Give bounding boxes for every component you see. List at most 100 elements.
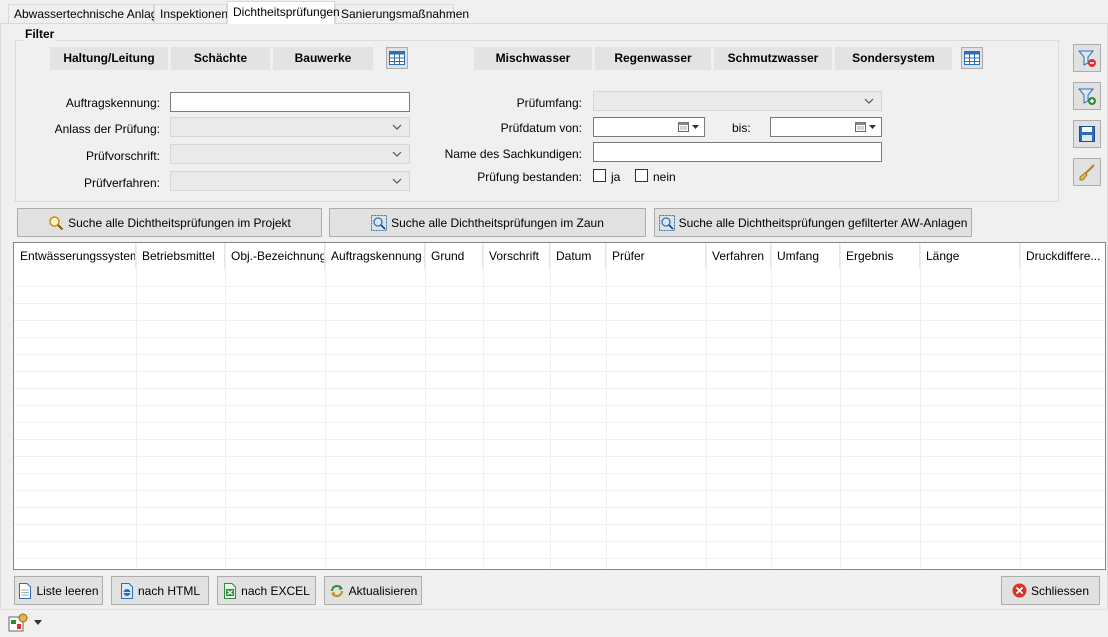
column-header-auftragskennung[interactable]: Auftragskennung <box>325 243 425 269</box>
search-gefiltert-label: Suche alle Dichtheitsprüfungen gefiltert… <box>678 215 968 230</box>
aktualisieren-button[interactable]: Aktualisieren <box>324 576 422 605</box>
column-header-grund[interactable]: Grund <box>425 243 483 269</box>
grid-row-divider <box>14 473 1105 474</box>
filter-title: Filter <box>23 27 57 41</box>
fence-search-icon <box>658 214 675 231</box>
pruefdatum-von-picker[interactable] <box>593 117 705 137</box>
grid-row-divider <box>14 388 1105 389</box>
search-zaun-button[interactable]: Suche alle Dichtheitsprüfungen im Zaun <box>329 208 646 237</box>
column-header-betriebsmittel[interactable]: Betriebsmittel <box>136 243 225 269</box>
table-header: Entwässerungssystem Betriebsmittel Obj.-… <box>14 243 1105 269</box>
segment-regenwasser[interactable]: Regenwasser <box>595 47 711 70</box>
grid-row-divider <box>14 303 1105 304</box>
liste-leeren-label: Liste leeren <box>36 583 99 598</box>
filter-remove-icon <box>1077 50 1096 67</box>
grid-row-divider <box>14 439 1105 440</box>
grid-row-divider <box>14 354 1105 355</box>
grid-row-divider <box>14 337 1105 338</box>
sachkundiger-input[interactable] <box>593 142 882 162</box>
segment-schaechte[interactable]: Schächte <box>171 47 270 70</box>
grid-row-divider <box>14 371 1105 372</box>
bestanden-ja-checkbox[interactable] <box>593 169 606 182</box>
app-menu-button[interactable] <box>8 613 42 633</box>
grid-row-divider <box>14 524 1105 525</box>
grid-column-divider <box>483 243 484 569</box>
segment-mischwasser[interactable]: Mischwasser <box>474 47 592 70</box>
column-header-datum[interactable]: Datum <box>550 243 606 269</box>
schliessen-label: Schliessen <box>1030 583 1090 598</box>
calendar-dropdown-icon <box>855 122 876 132</box>
column-header-pruefer[interactable]: Prüfer <box>606 243 706 269</box>
brush-icon <box>1079 164 1095 181</box>
calendar-dropdown-icon <box>678 122 699 132</box>
html-icon <box>120 582 133 599</box>
column-header-obj-bezeichnung[interactable]: Obj.-Bezeichnung <box>225 243 325 269</box>
pruefdatum-bis-picker[interactable] <box>770 117 882 137</box>
segment-sondersystem[interactable]: Sondersystem <box>835 47 952 70</box>
search-projekt-button[interactable]: Suche alle Dichtheitsprüfungen im Projek… <box>17 208 322 237</box>
object-grid-select-button[interactable] <box>386 47 408 69</box>
tab-inspektionen[interactable]: Inspektionen <box>154 4 228 23</box>
grid-column-divider <box>920 243 921 569</box>
pruefverfahren-combo[interactable] <box>170 171 410 191</box>
status-bar <box>0 609 1108 637</box>
segment-haltung-leitung[interactable]: Haltung/Leitung <box>50 47 168 70</box>
app-icon <box>8 613 28 632</box>
bestanden-nein-label: nein <box>653 170 676 184</box>
tab-dichtheitspruefungen[interactable]: Dichtheitsprüfungen <box>227 1 340 24</box>
nach-excel-label: nach EXCEL <box>241 583 310 598</box>
tab-abwassertechnische-anlage[interactable]: Abwassertechnische Anlage <box>8 4 164 23</box>
nach-html-button[interactable]: nach HTML <box>111 576 209 605</box>
list-icon <box>19 582 32 599</box>
column-header-vorschrift[interactable]: Vorschrift <box>483 243 550 269</box>
nach-excel-button[interactable]: nach EXCEL <box>217 576 316 605</box>
column-header-verfahren[interactable]: Verfahren <box>706 243 771 269</box>
grid-row-divider <box>14 422 1105 423</box>
pruefverfahren-label: Prüfverfahren: <box>83 176 160 190</box>
search-gefiltert-button[interactable]: Suche alle Dichtheitsprüfungen gefiltert… <box>654 208 972 237</box>
save-filter-button[interactable] <box>1073 120 1101 148</box>
liste-leeren-button[interactable]: Liste leeren <box>14 576 103 605</box>
schliessen-button[interactable]: Schliessen <box>1001 576 1100 605</box>
filter-remove-button[interactable] <box>1073 44 1101 72</box>
chevron-down-icon <box>864 98 874 104</box>
chevron-down-icon <box>392 124 402 130</box>
tab-sanierungsmassnahmen[interactable]: Sanierungsmaßnahmen <box>335 4 469 23</box>
pruefvorschrift-combo[interactable] <box>170 144 410 164</box>
segment-bauwerke[interactable]: Bauwerke <box>273 47 373 70</box>
bestanden-nein-checkbox[interactable] <box>635 169 648 182</box>
search-projekt-label: Suche alle Dichtheitsprüfungen im Projek… <box>68 215 291 230</box>
grid-column-divider <box>771 243 772 569</box>
save-icon <box>1079 126 1095 142</box>
nach-html-label: nach HTML <box>137 583 201 598</box>
segment-schmutzwasser[interactable]: Schmutzwasser <box>714 47 832 70</box>
aktualisieren-label: Aktualisieren <box>348 583 418 598</box>
grid-column-divider <box>425 243 426 569</box>
pruefumfang-combo[interactable] <box>593 91 882 111</box>
filter-add-icon <box>1077 88 1096 105</box>
system-grid-select-button[interactable] <box>961 47 983 69</box>
filter-add-button[interactable] <box>1073 82 1101 110</box>
auftragskennung-input[interactable] <box>170 92 410 112</box>
clear-filter-button[interactable] <box>1073 158 1101 186</box>
fence-search-icon <box>371 214 388 231</box>
anlass-label: Anlass der Prüfung: <box>54 122 160 136</box>
close-icon <box>1012 583 1027 598</box>
results-table[interactable]: Entwässerungssystem Betriebsmittel Obj.-… <box>13 242 1106 570</box>
column-header-entwaesserungssystem[interactable]: Entwässerungssystem <box>14 243 136 269</box>
anlass-combo[interactable] <box>170 117 410 137</box>
grid-row-divider <box>14 286 1105 287</box>
chevron-down-icon <box>392 178 402 184</box>
column-header-laenge[interactable]: Länge <box>920 243 1020 269</box>
bis-label: bis: <box>732 121 751 135</box>
grid-row-divider <box>14 558 1105 559</box>
column-header-ergebnis[interactable]: Ergebnis <box>840 243 920 269</box>
pruefdatum-von-label: Prüfdatum von: <box>500 121 582 135</box>
column-header-umfang[interactable]: Umfang <box>771 243 840 269</box>
column-header-druckdifferenz[interactable]: Druckdiffere... <box>1020 243 1105 269</box>
sachkundiger-label: Name des Sachkundigen: <box>444 147 582 161</box>
excel-icon <box>224 582 237 599</box>
refresh-icon <box>330 584 343 597</box>
grid-row-divider <box>14 490 1105 491</box>
grid-row-divider <box>14 507 1105 508</box>
